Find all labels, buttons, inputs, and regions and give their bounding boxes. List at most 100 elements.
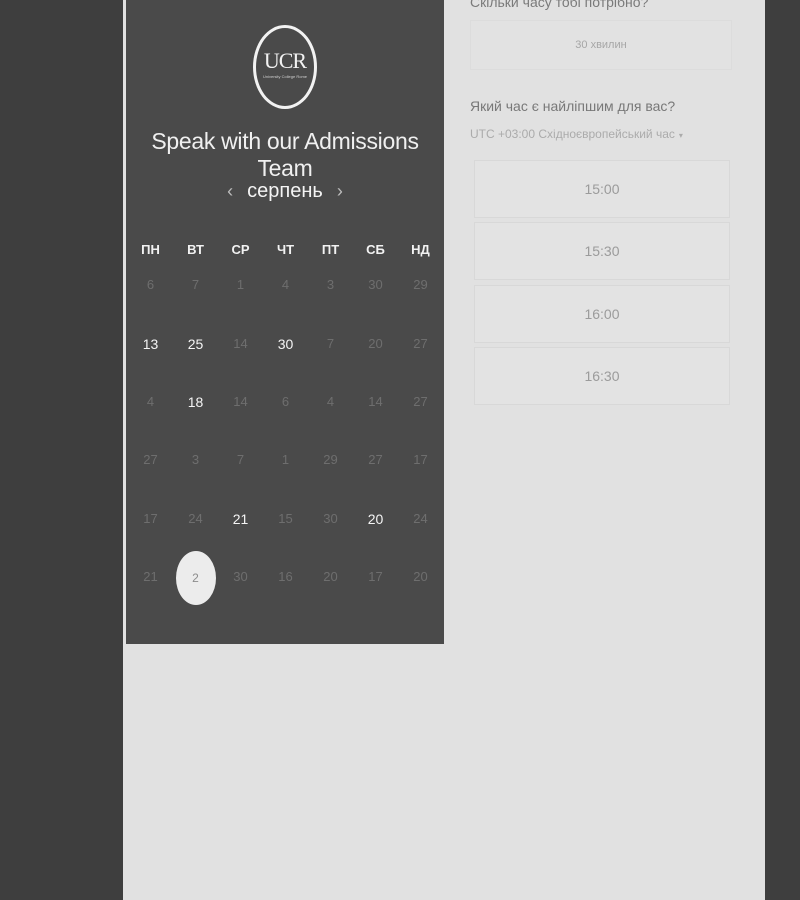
- calendar-week: 6 7 1 4 3 30 29: [128, 256, 444, 314]
- time-slot[interactable]: 16:30: [474, 347, 730, 405]
- weekday-label: ВТ: [187, 242, 204, 257]
- day-number: 24: [188, 510, 203, 526]
- calendar-day: 6: [263, 373, 308, 431]
- calendar-week: 4 18 14 6 4 14 27: [128, 373, 444, 431]
- day-number: 20: [413, 569, 428, 585]
- day-number: 7: [326, 335, 335, 351]
- calendar-day: 15: [263, 490, 308, 548]
- day-number: 27: [143, 452, 158, 468]
- calendar-day: 29: [398, 256, 443, 314]
- month-label: серпень: [247, 180, 323, 202]
- calendar-day: 21: [128, 548, 173, 606]
- calendar-day: 17: [353, 548, 398, 606]
- calendar-day: 27: [128, 431, 173, 489]
- day-number: 14: [368, 393, 383, 409]
- day-number: 7: [191, 277, 200, 293]
- day-number: 30: [368, 277, 383, 293]
- calendar-day: 4: [263, 256, 308, 314]
- chevron-right-icon[interactable]: ›: [337, 181, 343, 202]
- calendar-day: 29: [308, 431, 353, 489]
- logo-text: UCR: [263, 48, 307, 73]
- day-number: 4: [281, 277, 290, 293]
- day-number: 14: [233, 393, 248, 409]
- calendar-day-available[interactable]: 13: [128, 315, 173, 373]
- day-number: 3: [326, 277, 335, 293]
- calendar-day: 1: [218, 256, 263, 314]
- day-number: 29: [413, 277, 428, 293]
- calendar-week: 17 24 21 15 30 20 24: [128, 490, 444, 548]
- day-number: 2: [175, 551, 216, 606]
- calendar-day-available[interactable]: 30: [263, 315, 308, 373]
- day-number: 17: [368, 569, 383, 585]
- calendar-day: 17: [128, 490, 173, 548]
- day-number: 24: [413, 510, 428, 526]
- weekday-header: ПН ВТ СР ЧТ ПТ СБ НД: [128, 242, 444, 257]
- day-number: 18: [187, 393, 204, 410]
- calendar-day: 20: [308, 548, 353, 606]
- calendar-day: 4: [128, 373, 173, 431]
- time-question: Який час є найліпшим для вас?: [470, 98, 676, 114]
- calendar-day: 24: [398, 490, 443, 548]
- chevron-left-icon[interactable]: ‹: [227, 181, 233, 202]
- calendar-day: 27: [353, 431, 398, 489]
- day-number: 30: [323, 510, 338, 526]
- time-slot[interactable]: 15:00: [474, 160, 730, 218]
- weekday-label: ПН: [141, 242, 160, 257]
- calendar-day-available[interactable]: 20: [353, 490, 398, 548]
- day-number: 20: [323, 569, 338, 585]
- calendar-grid: 6 7 1 4 3 30 29 13 25 14 30 7 20 27 4 18 14 6 4 14 27 27 3 7 1 29…: [128, 256, 444, 606]
- time-slot[interactable]: 16:00: [474, 285, 730, 343]
- day-number: 27: [413, 335, 428, 351]
- calendar-day-available[interactable]: 21: [218, 490, 263, 548]
- day-number: 30: [233, 569, 248, 585]
- calendar-day: 14: [218, 373, 263, 431]
- duration-selector[interactable]: 30 хвилин: [470, 20, 732, 70]
- month-navigation: ‹ серпень ›: [126, 180, 444, 203]
- calendar-day: 3: [173, 431, 218, 489]
- calendar-day: 30: [353, 256, 398, 314]
- day-number: 30: [277, 335, 294, 352]
- calendar-day: 1: [263, 431, 308, 489]
- day-number: 4: [326, 393, 335, 409]
- calendar-day-selected[interactable]: 2: [173, 548, 218, 606]
- calendar-day: 6: [128, 256, 173, 314]
- day-number: 27: [368, 452, 383, 468]
- weekday-label: ЧТ: [276, 242, 295, 257]
- day-number: 3: [191, 452, 200, 468]
- calendar-panel: UCR University College Rome Speak with o…: [126, 0, 444, 644]
- weekday-label: СБ: [366, 242, 385, 257]
- page-title: Speak with our Admissions Team: [151, 128, 419, 181]
- day-number: 14: [233, 335, 248, 351]
- weekday-label: НД: [411, 242, 430, 257]
- calendar-day: 30: [308, 490, 353, 548]
- weekday-label: СР: [231, 242, 250, 257]
- calendar-week: 21 2 30 16 20 17 20: [128, 548, 444, 606]
- calendar-day: 16: [263, 548, 308, 606]
- time-slot[interactable]: 15:30: [474, 222, 730, 280]
- day-number: 17: [413, 452, 428, 468]
- day-number: 17: [143, 510, 158, 526]
- duration-question: Скільки часу тобі потрібно?: [470, 0, 649, 10]
- day-number: 20: [368, 335, 383, 351]
- day-number: 6: [146, 277, 155, 293]
- calendar-day: 7: [308, 315, 353, 373]
- day-number: 21: [232, 510, 249, 527]
- day-number: 15: [278, 510, 293, 526]
- logo-subtext: University College Rome: [262, 74, 307, 79]
- day-number: 20: [367, 510, 384, 527]
- calendar-day: 14: [353, 373, 398, 431]
- day-number: 13: [142, 335, 159, 352]
- calendar-day: 24: [173, 490, 218, 548]
- calendar-day-available[interactable]: 25: [173, 315, 218, 373]
- ucr-logo: UCR University College Rome: [253, 25, 317, 109]
- day-number: 21: [143, 569, 158, 585]
- day-number: 29: [323, 452, 338, 468]
- calendar-day: 20: [398, 548, 443, 606]
- calendar-week: 13 25 14 30 7 20 27: [128, 314, 444, 372]
- calendar-day-available[interactable]: 18: [173, 373, 218, 431]
- day-number: 1: [281, 452, 290, 468]
- weekday-label: ПТ: [321, 242, 340, 257]
- calendar-day: 27: [398, 373, 443, 431]
- day-number: 6: [281, 393, 290, 409]
- timezone-select[interactable]: UTC +03:00 Східноєвропейський час ▾: [470, 127, 683, 141]
